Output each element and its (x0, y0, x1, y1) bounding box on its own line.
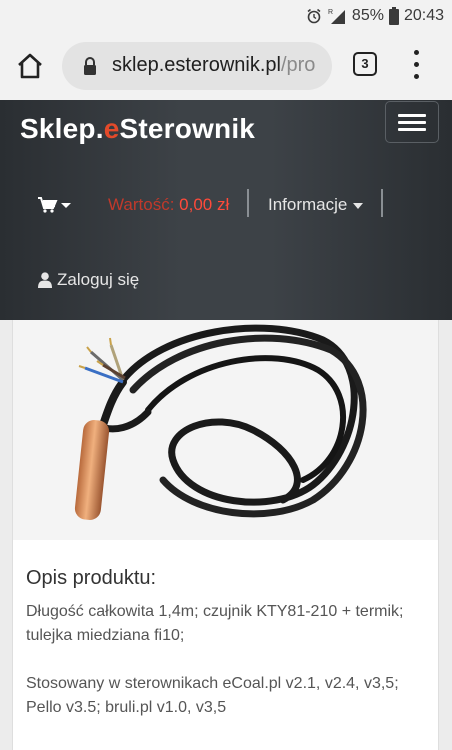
clock: 20:43 (403, 7, 444, 24)
cart-dropdown[interactable] (38, 197, 72, 218)
more-vert-icon[interactable] (408, 50, 424, 80)
svg-text:R: R (328, 9, 333, 16)
nav-divider (381, 189, 383, 217)
product-image[interactable] (13, 320, 438, 540)
browser-toolbar: sklep.esterownik.pl/pro 3 (0, 32, 452, 100)
nav-divider (247, 189, 249, 217)
login-link[interactable]: Zaloguj się (38, 270, 139, 290)
cart-value-amount: 0,00 zł (179, 195, 230, 214)
temperature-sensor-image (74, 324, 367, 520)
battery-percent: 85% (351, 7, 384, 24)
description-paragraph: Długość całkowita 1,4m; czujnik KTY81-21… (26, 603, 404, 644)
tab-switcher-button[interactable]: 3 (353, 52, 377, 76)
signal-icon: R (328, 9, 345, 24)
logo-part2: Sterownik (119, 113, 256, 144)
description-body: Długość całkowita 1,4m; czujnik KTY81-21… (26, 600, 426, 744)
lock-icon (84, 57, 96, 75)
chevron-down-icon (353, 202, 364, 209)
address-bar[interactable]: sklep.esterownik.pl/pro (62, 42, 332, 90)
hamburger-icon[interactable] (385, 101, 439, 143)
description-paragraph: Stosowany w sterownikach eCoal.pl v2.1, … (26, 675, 399, 716)
description-title: Opis produktu: (26, 567, 157, 589)
shopping-cart-icon (38, 197, 71, 213)
cart-value-label: Wartość: (108, 195, 175, 214)
info-dropdown[interactable]: Informacje (268, 195, 364, 215)
info-label: Informacje (268, 195, 348, 214)
status-bar: R 85% 20:43 (0, 0, 452, 32)
logo-part1: Sklep. (20, 113, 104, 144)
url-text: sklep.esterownik.pl/pro (112, 54, 315, 77)
product-card: Opis produktu: Długość całkowita 1,4m; c… (12, 320, 439, 750)
login-label: Zaloguj się (57, 270, 140, 289)
status-icons: R 85% 20:43 (306, 6, 444, 26)
cart-value[interactable]: Wartość: 0,00 zł (108, 195, 229, 215)
home-icon[interactable] (16, 52, 44, 80)
site-logo[interactable]: Sklep.eSterownik (20, 113, 255, 145)
url-path: /pro (280, 54, 316, 76)
user-icon (38, 272, 52, 288)
url-domain: sklep.esterownik.pl (112, 54, 281, 76)
logo-accent: e (103, 113, 120, 144)
battery-icon (388, 7, 399, 25)
alarm-icon (307, 8, 321, 24)
